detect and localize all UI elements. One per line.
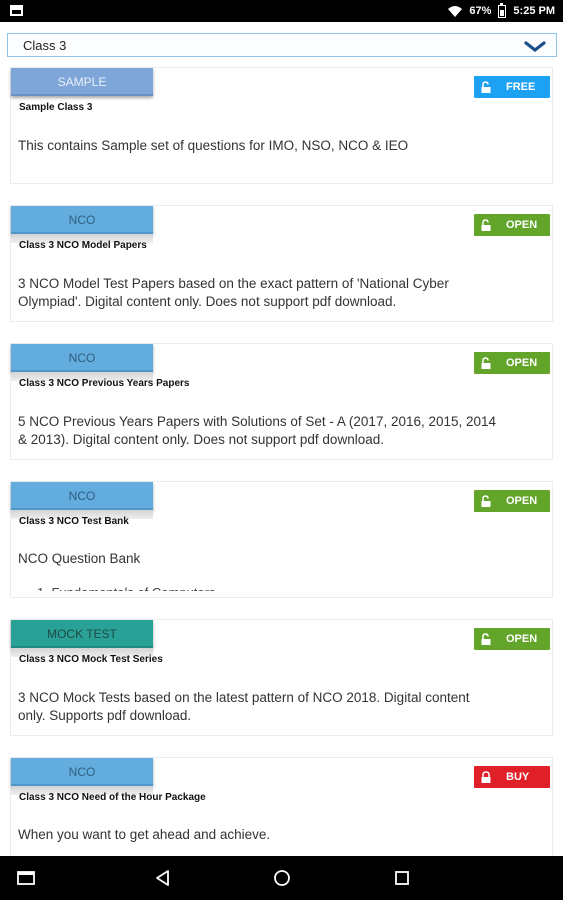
unlock-icon	[480, 633, 492, 645]
notification-icon	[10, 5, 23, 16]
package-ribbon: NCO	[11, 206, 153, 234]
package-ribbon: NCO	[11, 344, 153, 372]
package-card-nco-model-papers[interactable]: NCO Class 3 NCO Model Papers 3 NCO Model…	[10, 205, 553, 322]
badge-label: BUY	[506, 771, 530, 783]
open-badge[interactable]: OPEN	[474, 490, 550, 512]
package-sub-item: 1. Fundamentals of Computers	[37, 584, 215, 591]
unlock-icon	[480, 495, 492, 507]
package-description: 5 NCO Previous Years Papers with Solutio…	[18, 414, 497, 447]
recents-square-icon[interactable]	[392, 868, 412, 888]
badge-label: FREE	[506, 81, 536, 93]
package-ribbon: NCO	[11, 482, 153, 510]
open-badge[interactable]: OPEN	[474, 352, 550, 374]
package-card-nco-need-of-the-hour[interactable]: NCO Class 3 NCO Need of the Hour Package…	[10, 757, 553, 856]
unlock-icon	[480, 81, 492, 93]
package-title: Class 3 NCO Model Papers	[19, 240, 147, 251]
badge-label: OPEN	[506, 633, 538, 645]
package-title: Class 3 NCO Previous Years Papers	[19, 378, 190, 389]
wifi-icon	[448, 5, 463, 17]
lock-icon	[480, 771, 492, 783]
package-card-sample[interactable]: SAMPLE Sample Class 3 This contains Samp…	[10, 67, 553, 184]
badge-label: OPEN	[506, 357, 538, 369]
unlock-icon	[480, 219, 492, 231]
buy-badge[interactable]: BUY	[474, 766, 550, 788]
clock: 5:25 PM	[513, 5, 555, 17]
window-icon[interactable]	[16, 868, 36, 888]
package-card-nco-test-bank[interactable]: NCO Class 3 NCO Test Bank NCO Question B…	[10, 481, 553, 598]
package-title: Class 3 NCO Need of the Hour Package	[19, 792, 206, 803]
badge-label: OPEN	[506, 219, 538, 231]
class-dropdown[interactable]: Class 3	[7, 33, 557, 57]
package-description: This contains Sample set of questions fo…	[18, 138, 409, 153]
package-description: 3 NCO Model Test Papers based on the exa…	[18, 276, 449, 309]
chevron-down-icon	[524, 40, 546, 53]
open-badge[interactable]: OPEN	[474, 628, 550, 650]
status-bar: 67% 5:25 PM	[0, 0, 563, 22]
package-ribbon: MOCK TEST	[11, 620, 153, 648]
badge-label: OPEN	[506, 495, 538, 507]
package-title: Sample Class 3	[19, 102, 93, 113]
package-description: 3 NCO Mock Tests based on the latest pat…	[18, 690, 470, 723]
unlock-icon	[480, 357, 492, 369]
open-badge[interactable]: OPEN	[474, 214, 550, 236]
back-triangle-icon[interactable]	[153, 868, 173, 888]
home-circle-icon[interactable]	[272, 868, 292, 888]
package-description: NCO Question Bank	[18, 551, 141, 566]
package-card-nco-previous-years[interactable]: NCO Class 3 NCO Previous Years Papers 5 …	[10, 343, 553, 460]
package-title: Class 3 NCO Mock Test Series	[19, 654, 163, 665]
battery-percent: 67%	[469, 5, 492, 17]
class-dropdown-value: Class 3	[23, 38, 67, 53]
package-card-nco-mock-test[interactable]: MOCK TEST Class 3 NCO Mock Test Series 3…	[10, 619, 553, 736]
package-title: Class 3 NCO Test Bank	[19, 516, 129, 527]
package-ribbon: NCO	[11, 758, 153, 786]
free-badge[interactable]: FREE	[474, 76, 550, 98]
package-ribbon: SAMPLE	[11, 68, 153, 96]
battery-icon	[498, 2, 507, 18]
navigation-bar	[0, 856, 563, 900]
package-description: When you want to get ahead and achieve.	[18, 827, 271, 842]
